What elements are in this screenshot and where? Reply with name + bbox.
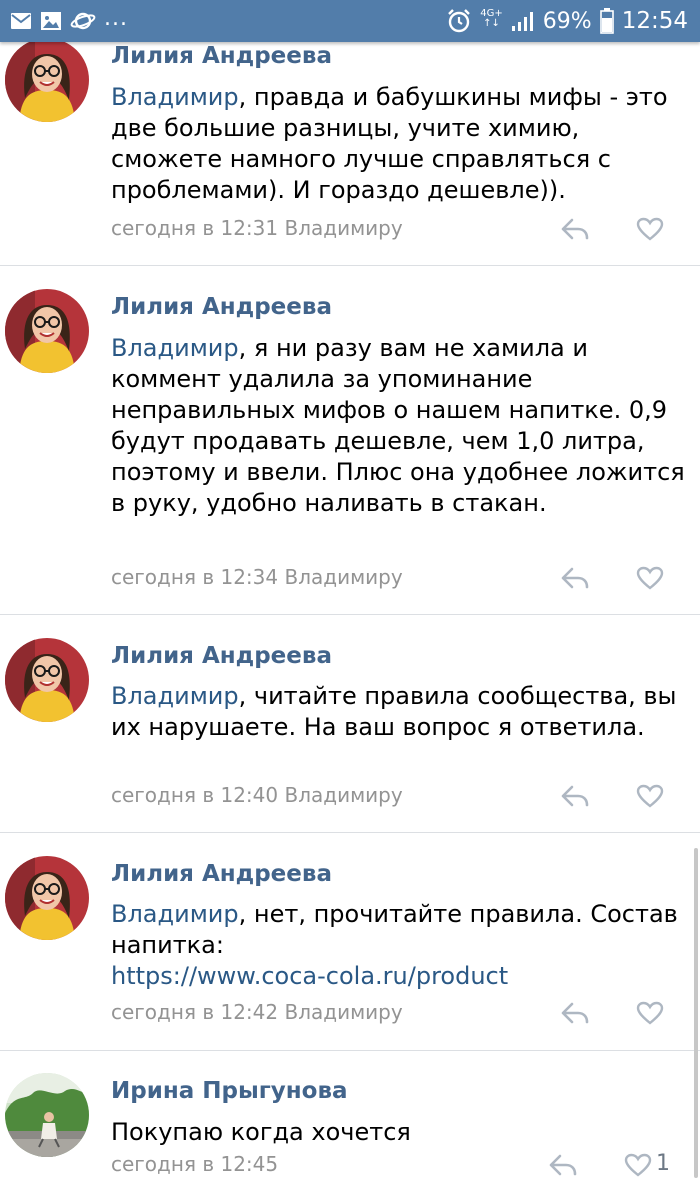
- comment-meta: сегодня в 12:40 Владимиру: [111, 783, 403, 807]
- clock: 12:54: [621, 8, 688, 34]
- like-heart-icon[interactable]: [636, 1001, 664, 1025]
- comment-meta: сегодня в 12:34 Владимиру: [111, 565, 403, 589]
- comment-meta: сегодня в 12:42 Владимиру: [111, 1000, 403, 1024]
- comment-author[interactable]: Лилия Андреева: [111, 643, 332, 669]
- image-notification-icon: [41, 12, 61, 30]
- like-heart-icon[interactable]: [636, 217, 664, 241]
- network-type-indicator: 4G+ ↑↓: [480, 8, 503, 29]
- mention-link[interactable]: Владимир: [111, 900, 239, 928]
- like-heart-icon[interactable]: [636, 784, 664, 808]
- battery-icon: [599, 8, 614, 34]
- alarm-icon: [448, 9, 471, 33]
- comment-author[interactable]: Ирина Прыгунова: [111, 1078, 348, 1104]
- comment-divider: [0, 1050, 700, 1051]
- scrollbar[interactable]: [694, 848, 698, 1178]
- signal-strength-icon: [511, 12, 533, 31]
- comment-text: Покупаю когда хочется: [111, 1118, 411, 1146]
- user-photo-icon: [5, 856, 89, 940]
- reply-icon[interactable]: [560, 1001, 590, 1025]
- comment-divider: [0, 614, 700, 615]
- user-photo-icon: [5, 289, 89, 373]
- user-photo-icon: [5, 638, 89, 722]
- comment-divider: [0, 832, 700, 833]
- comment-author[interactable]: Лилия Андреева: [111, 43, 332, 69]
- avatar[interactable]: [5, 289, 89, 373]
- reply-icon[interactable]: [560, 566, 590, 590]
- comment-author[interactable]: Лилия Андреева: [111, 861, 332, 887]
- mention-link[interactable]: Владимир: [111, 682, 239, 710]
- avatar[interactable]: [5, 638, 89, 722]
- comment-text: Владимир, нет, прочитайте правила. Соста…: [111, 900, 678, 990]
- mention-link[interactable]: Владимир: [111, 83, 239, 111]
- user-photo-icon: [5, 38, 89, 122]
- status-bar: ... 4G+ ↑↓ 69% 12:54: [0, 0, 700, 42]
- like-count: 1: [656, 1151, 670, 1176]
- comment-text: Владимир, правда и бабушкины мифы - это …: [111, 83, 668, 204]
- like-heart-icon[interactable]: [636, 566, 664, 590]
- email-notification-icon: [11, 13, 31, 29]
- comment-divider: [0, 265, 700, 266]
- avatar[interactable]: [5, 856, 89, 940]
- avatar[interactable]: [5, 38, 89, 122]
- mention-link[interactable]: Владимир: [111, 334, 239, 362]
- reply-icon[interactable]: [560, 217, 590, 241]
- battery-percentage: 69%: [542, 8, 592, 34]
- reply-icon[interactable]: [560, 784, 590, 808]
- reply-icon[interactable]: [548, 1153, 578, 1177]
- comment-text: Владимир, читайте правила сообщества, вы…: [111, 682, 677, 741]
- comment-author[interactable]: Лилия Андреева: [111, 294, 332, 320]
- product-link[interactable]: https://www.coca-cola.ru/product: [111, 962, 508, 990]
- comment-meta: сегодня в 12:31 Владимиру: [111, 216, 403, 240]
- comment-meta: сегодня в 12:45: [111, 1152, 279, 1176]
- user-photo-icon: [5, 1073, 89, 1157]
- like-heart-icon[interactable]: [624, 1153, 652, 1177]
- more-notifications-indicator: ...: [104, 5, 128, 31]
- planet-notification-icon: [70, 12, 96, 30]
- comment-text: Владимир, я ни разу вам не хамила и комм…: [111, 334, 685, 517]
- avatar[interactable]: [5, 1073, 89, 1157]
